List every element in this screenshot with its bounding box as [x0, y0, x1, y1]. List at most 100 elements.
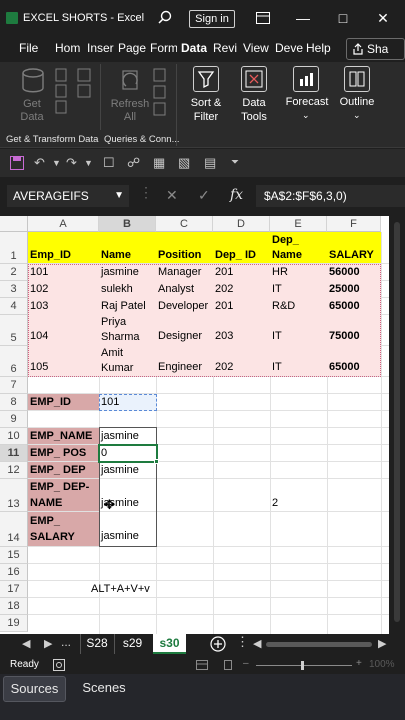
- vertical-scroll-thumb[interactable]: [394, 222, 400, 622]
- cell-c1[interactable]: Position: [156, 232, 213, 263]
- search-icon[interactable]: [158, 10, 172, 24]
- share-button[interactable]: Sha: [346, 38, 405, 60]
- customize-qat-icon[interactable]: ⏷: [231, 157, 239, 168]
- tab-review[interactable]: Revi: [213, 41, 239, 55]
- tab-insert[interactable]: Inser: [87, 41, 114, 55]
- cell-b10[interactable]: jasmine: [99, 428, 156, 445]
- column-header-e[interactable]: E: [270, 216, 327, 232]
- sign-in-button[interactable]: Sign in: [189, 10, 235, 28]
- redo-dropdown-icon[interactable]: ▼: [84, 158, 93, 168]
- column-header-a[interactable]: A: [28, 216, 99, 232]
- cell-a1[interactable]: Emp_ID: [28, 232, 99, 263]
- column-header-d[interactable]: D: [213, 216, 270, 232]
- cell-f3[interactable]: 25000: [327, 281, 381, 298]
- cell-a14[interactable]: EMP_ SALARY: [28, 512, 99, 546]
- tab-developer[interactable]: Deve: [275, 41, 303, 55]
- cell-c5[interactable]: Designer: [156, 315, 213, 345]
- row-header-13[interactable]: 13: [0, 479, 28, 512]
- cell-a2[interactable]: 101: [28, 264, 99, 281]
- cell-b1[interactable]: Name: [99, 232, 156, 263]
- row-header-17[interactable]: 17: [0, 581, 28, 598]
- cell-e3[interactable]: IT: [270, 281, 327, 298]
- forecast-chevron-icon[interactable]: ⌄: [302, 110, 310, 121]
- sheet-tab-s29[interactable]: s29: [114, 634, 150, 654]
- row-header-19[interactable]: 19: [0, 615, 28, 632]
- column-header-f[interactable]: F: [327, 216, 381, 232]
- row-header-3[interactable]: 3: [0, 281, 28, 298]
- data-tools-button[interactable]: Data Tools: [232, 96, 276, 124]
- cell-d3[interactable]: 202: [213, 281, 270, 298]
- cell-b3[interactable]: sulekh: [99, 281, 156, 298]
- close-button[interactable]: ✕: [374, 9, 392, 27]
- row-header-15[interactable]: 15: [0, 547, 28, 564]
- outline-box[interactable]: [344, 66, 370, 92]
- name-box-dropdown-icon[interactable]: ▼: [114, 185, 124, 207]
- cell-f5[interactable]: 75000: [327, 315, 381, 345]
- format-painter-icon[interactable]: ☍: [127, 155, 140, 171]
- cell-c3[interactable]: Analyst: [156, 281, 213, 298]
- cell-e6[interactable]: IT: [270, 346, 327, 376]
- get-data-icon[interactable]: [21, 68, 45, 94]
- row-header-1[interactable]: 1: [0, 232, 28, 264]
- refresh-icon[interactable]: [118, 68, 144, 94]
- forecast-button[interactable]: Forecast: [284, 96, 330, 108]
- accessibility-icon[interactable]: [53, 659, 65, 671]
- page-layout-view-icon[interactable]: [222, 660, 234, 670]
- insert-function-icon[interactable]: fx: [230, 187, 243, 203]
- data-tools-box[interactable]: [241, 66, 267, 92]
- row-header-2[interactable]: 2: [0, 264, 28, 281]
- hscroll-right-icon[interactable]: ▶: [378, 637, 386, 650]
- get-data-button[interactable]: Get Data: [14, 98, 50, 124]
- cell-a5[interactable]: 104: [28, 315, 99, 345]
- cell-a3[interactable]: 102: [28, 281, 99, 298]
- cell-c2[interactable]: Manager: [156, 264, 213, 281]
- vertical-scrollbar[interactable]: [389, 216, 405, 634]
- tab-sources[interactable]: Sources: [3, 676, 66, 702]
- cell-b2[interactable]: jasmine: [99, 264, 156, 281]
- sheet-tab-s30[interactable]: s30: [153, 634, 186, 654]
- cell-a13[interactable]: EMP_ DEP- NAME: [28, 479, 99, 511]
- cell-f1[interactable]: SALARY: [327, 232, 381, 263]
- row-header-18[interactable]: 18: [0, 598, 28, 615]
- row-header-6[interactable]: 6: [0, 346, 28, 377]
- tab-file[interactable]: File: [19, 41, 38, 55]
- forecast-box[interactable]: [293, 66, 319, 92]
- cell-a4[interactable]: 103: [28, 298, 99, 315]
- confirm-entry-icon[interactable]: ✓: [198, 187, 210, 204]
- undo-icon[interactable]: ↶: [34, 155, 45, 171]
- add-sheet-icon[interactable]: [210, 636, 226, 652]
- fill-handle[interactable]: [154, 459, 159, 464]
- normal-view-icon[interactable]: [196, 660, 208, 670]
- grid-icon[interactable]: ▧: [178, 155, 190, 171]
- row-header-5[interactable]: 5: [0, 315, 28, 346]
- name-box[interactable]: AVERAGEIFS ▼: [7, 185, 129, 207]
- next-sheet-icon[interactable]: ▶: [44, 637, 52, 650]
- tab-view[interactable]: View: [243, 41, 273, 55]
- zoom-level[interactable]: 100%: [369, 659, 395, 670]
- cell-a8[interactable]: EMP_ID: [28, 394, 99, 410]
- cell-d4[interactable]: 201: [213, 298, 270, 315]
- more-sheets-icon[interactable]: ...: [61, 635, 71, 649]
- cell-e13[interactable]: 2: [270, 479, 327, 511]
- cell-d2[interactable]: 201: [213, 264, 270, 281]
- prev-sheet-icon[interactable]: ◀: [22, 637, 30, 650]
- sheet-options-icon[interactable]: ⋮: [236, 634, 249, 650]
- cell-b14[interactable]: jasmine: [99, 512, 156, 546]
- row-header-7[interactable]: 7: [0, 377, 28, 394]
- cell-a6[interactable]: 105: [28, 346, 99, 376]
- cell-d6[interactable]: 202: [213, 346, 270, 376]
- save-icon[interactable]: [10, 156, 24, 170]
- row-header-4[interactable]: 4: [0, 298, 28, 315]
- cell-b8[interactable]: 101: [99, 394, 156, 411]
- worksheet-grid[interactable]: A B C D E F 1 2 3 4 5 6 7 8 9 10 11 12 1…: [0, 216, 389, 634]
- cancel-entry-icon[interactable]: ✕: [166, 187, 178, 204]
- zoom-in-icon[interactable]: +: [356, 658, 362, 669]
- cell-c6[interactable]: Engineer: [156, 346, 213, 376]
- row-header-12[interactable]: 12: [0, 462, 28, 479]
- redo-icon[interactable]: ↷: [66, 155, 77, 171]
- cell-b12[interactable]: jasmine: [99, 462, 156, 479]
- active-cell-b11[interactable]: [98, 444, 158, 463]
- row-header-16[interactable]: 16: [0, 564, 28, 581]
- cell-d1[interactable]: Dep_ ID: [213, 232, 270, 263]
- sort-filter-button[interactable]: Sort & Filter: [184, 96, 228, 124]
